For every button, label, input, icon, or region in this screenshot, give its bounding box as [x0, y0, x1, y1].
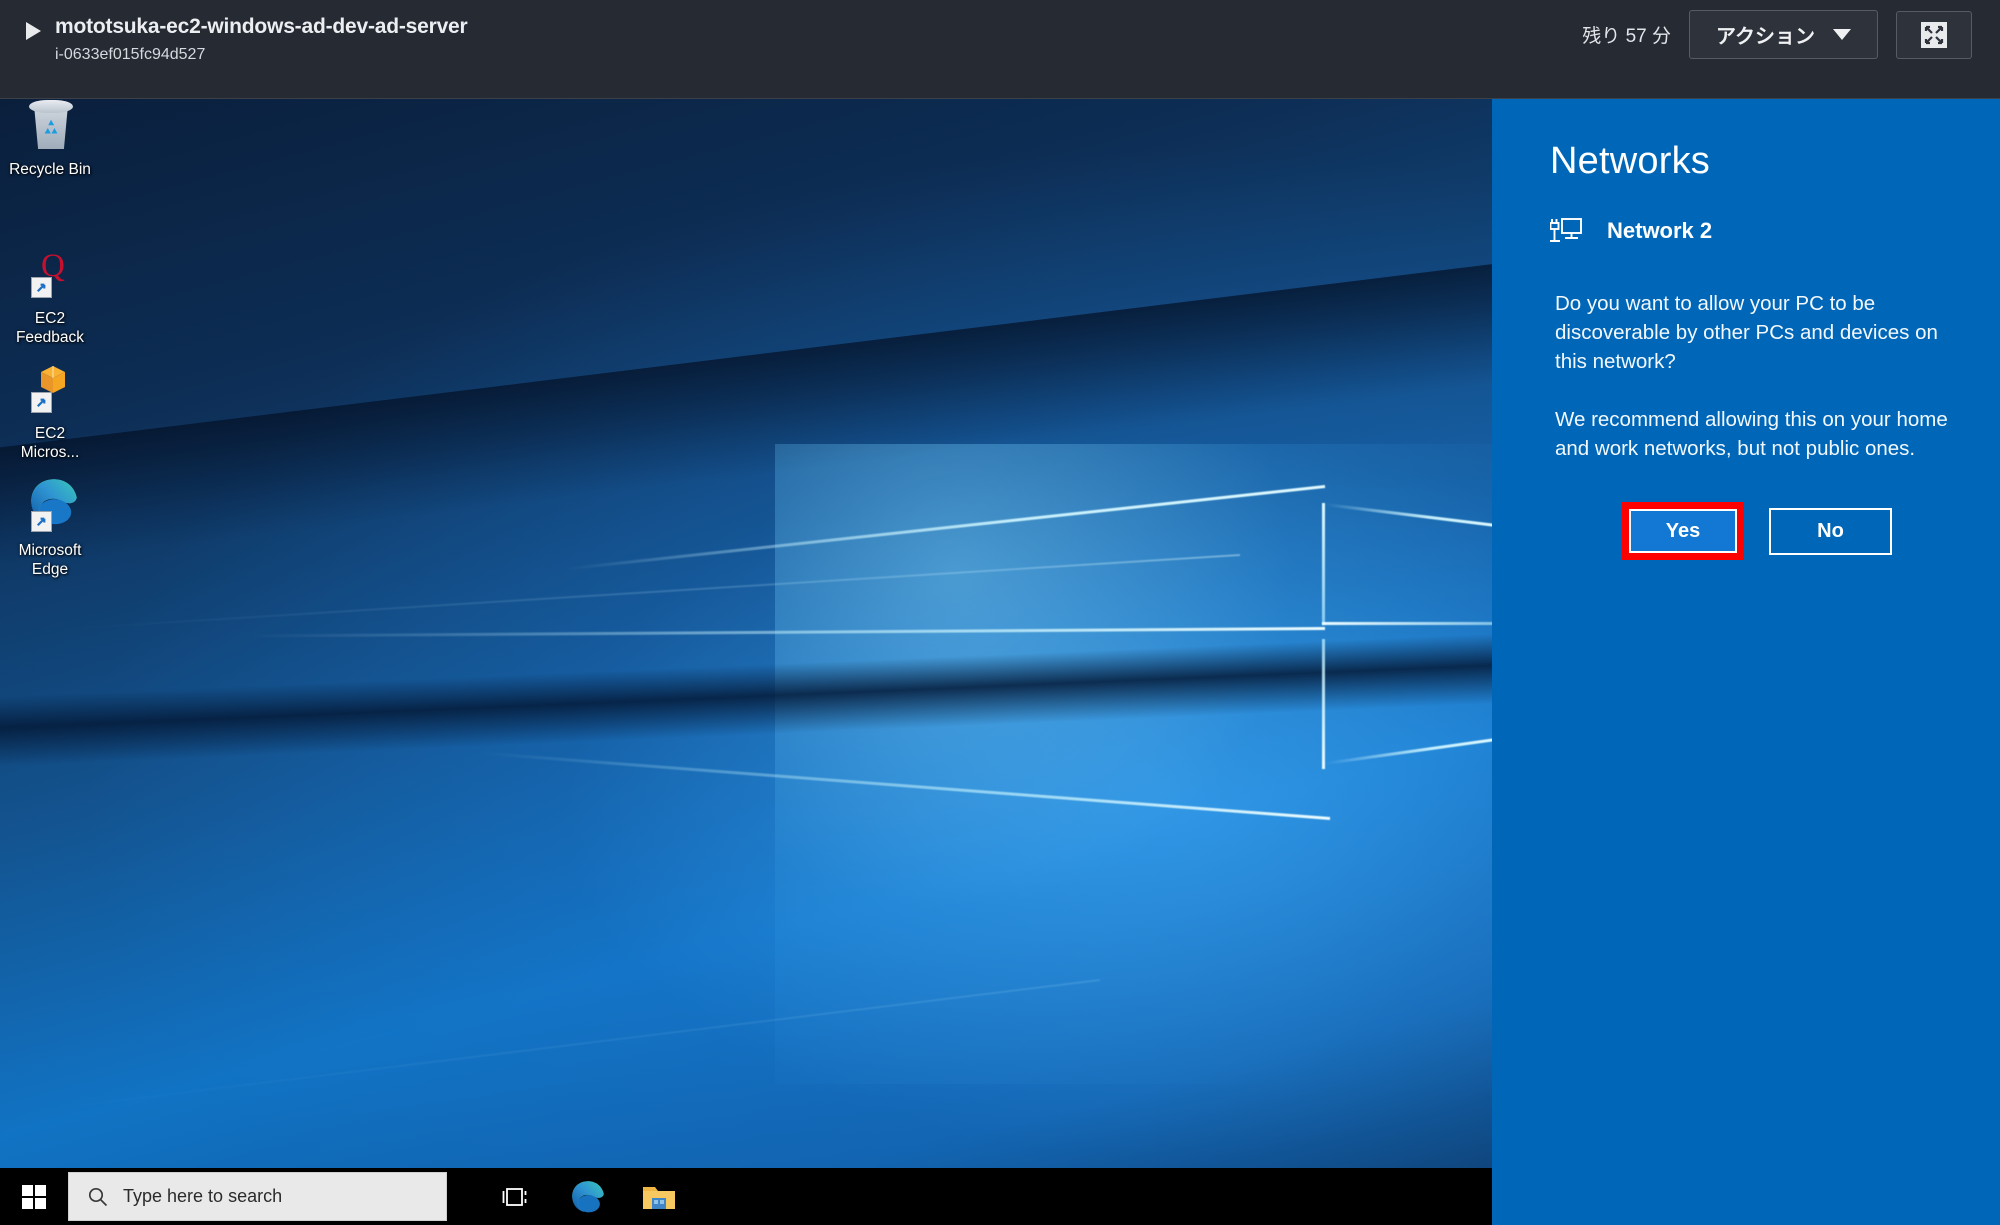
wallpaper-edge-line [1322, 622, 1492, 625]
networks-button-row: Yes No [1622, 502, 1892, 560]
search-icon [88, 1187, 108, 1206]
desktop-icon-label: EC2 Feedback [15, 310, 85, 346]
aws-box-icon [41, 366, 65, 393]
shortcut-badge-icon [31, 277, 52, 298]
shortcut-badge-icon [31, 392, 52, 413]
network-entry-row[interactable]: Network 2 [1550, 217, 1712, 245]
task-view-icon [502, 1187, 526, 1206]
instance-name: mototsuka-ec2-windows-ad-dev-ad-server [55, 15, 468, 38]
session-header-bar: mototsuka-ec2-windows-ad-dev-ad-server i… [0, 0, 2000, 99]
wallpaper-mullion [1322, 503, 1325, 625]
ec2-microsoft-box-icon [19, 359, 81, 421]
shortcut-badge-icon [31, 511, 52, 532]
desktop-icon-label: EC2 Micros... [20, 425, 80, 461]
header-right-group: 残り 57 分 アクション [1582, 0, 2000, 59]
task-view-button[interactable] [483, 1168, 546, 1225]
windows-taskbar: Type here to search [0, 1168, 1492, 1225]
wallpaper-glow [775, 443, 1492, 1084]
taskbar-edge-button[interactable] [556, 1168, 619, 1225]
actions-button-label: アクション [1716, 26, 1815, 48]
fullscreen-button[interactable] [1896, 10, 1972, 59]
ethernet-network-icon [1550, 218, 1582, 242]
fullscreen-expand-icon [1921, 21, 1947, 48]
microsoft-edge-icon [571, 1180, 604, 1212]
networks-question-text: Do you want to allow your PC to be disco… [1555, 292, 1938, 373]
actions-button[interactable]: アクション [1689, 10, 1878, 59]
instance-title-block: mototsuka-ec2-windows-ad-dev-ad-server i… [55, 14, 468, 68]
chevron-down-icon [1833, 29, 1851, 40]
recycle-bin-lid [29, 100, 73, 113]
file-explorer-icon [642, 1186, 675, 1209]
recycle-bin-icon [19, 99, 81, 157]
windows-start-icon [22, 1184, 46, 1209]
no-button[interactable]: No [1769, 507, 1892, 555]
search-placeholder-text: Type here to search [123, 1186, 283, 1206]
taskbar-file-explorer-button[interactable] [627, 1168, 690, 1225]
play-triangle-icon[interactable] [26, 22, 41, 40]
network-name-label: Network 2 [1607, 218, 1713, 243]
ec2-feedback-icon: Q [19, 244, 81, 306]
recycle-bin-shape [29, 99, 73, 149]
networks-panel-title: Networks [1550, 140, 1710, 182]
desktop-icon-recycle-bin[interactable]: Recycle Bin [0, 99, 102, 180]
recycle-arrows-icon [44, 119, 58, 134]
header-left-group: mototsuka-ec2-windows-ad-dev-ad-server i… [0, 0, 468, 68]
desktop-icon-label: Microsoft Edge [18, 542, 82, 578]
networks-recommendation-text: We recommend allowing this on your home … [1555, 408, 1948, 460]
instance-id: i-0633ef015fc94d527 [55, 46, 206, 63]
desktop-icon-ec2-microsoft[interactable]: EC2 Micros... [0, 359, 102, 462]
desktop-icon-label: Recycle Bin [9, 161, 91, 178]
yes-button[interactable]: Yes [1629, 509, 1737, 553]
remote-desktop-area[interactable]: Recycle Bin Q EC2 Feedback EC2 Micros...… [0, 99, 1492, 1225]
start-button[interactable] [0, 1168, 68, 1225]
taskbar-search-input[interactable]: Type here to search [68, 1172, 447, 1221]
yes-button-highlight-box: Yes [1622, 502, 1744, 560]
time-remaining-label: 残り 57 分 [1582, 26, 1671, 47]
desktop-icon-microsoft-edge[interactable]: Microsoft Edge [0, 474, 102, 579]
networks-flyout-panel: Networks Network 2 Do you want to allow … [1492, 99, 2000, 1225]
screen-root: mototsuka-ec2-windows-ad-dev-ad-server i… [0, 0, 2000, 1225]
microsoft-edge-icon [19, 474, 81, 538]
wallpaper-mullion [1322, 639, 1325, 769]
desktop-icon-ec2-feedback[interactable]: Q EC2 Feedback [0, 244, 102, 347]
